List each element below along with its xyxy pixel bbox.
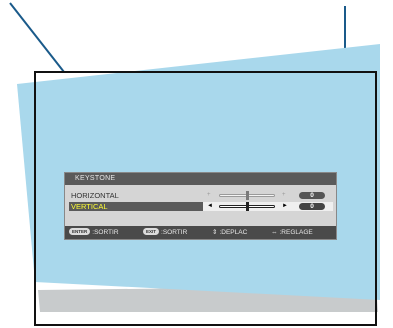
exit-key-icon: EXIT <box>143 228 160 235</box>
hint-text: :SORTIR <box>92 229 119 236</box>
menu-title: KEYSTONE <box>65 173 336 185</box>
left-arrow-icon: ◄ <box>207 203 213 209</box>
keystone-illustration <box>9 2 380 326</box>
right-arrow-icon: ► <box>282 203 288 209</box>
horizontal-value: 0 <box>299 192 325 199</box>
hint-move: ⇕:DEPLAC <box>212 226 247 239</box>
vertical-slider[interactable]: ◄ ► 0 <box>203 202 333 211</box>
menu-row-horizontal[interactable]: HORIZONTAL + + 0 <box>69 191 332 200</box>
hint-enter: ENTER:SORTIR <box>69 226 119 239</box>
decrease-arrow-icon: + <box>207 192 211 198</box>
hint-adjust: ⇔:REGLAGE <box>271 226 313 239</box>
hint-text: :DEPLAC <box>219 229 248 236</box>
row-label-horizontal: HORIZONTAL <box>71 191 119 200</box>
vertical-value: 0 <box>299 203 325 210</box>
slider-knob[interactable] <box>245 191 249 200</box>
keystone-menu: KEYSTONE HORIZONTAL + + 0 VERTICAL ◄ ► 0 <box>64 172 337 240</box>
hint-text: :SORTIR <box>161 229 188 236</box>
row-label-vertical: VERTICAL <box>71 202 108 211</box>
enter-key-icon: ENTER <box>69 228 91 235</box>
up-down-arrow-icon: ⇕ <box>212 229 218 236</box>
increase-arrow-icon: + <box>282 192 286 198</box>
left-leader-line <box>9 2 65 73</box>
menu-body: HORIZONTAL + + 0 VERTICAL ◄ ► 0 <box>69 187 333 225</box>
left-right-arrow-icon: ⇔ <box>271 229 278 236</box>
hint-text: :REGLAGE <box>279 229 313 236</box>
horizontal-slider[interactable]: + + 0 <box>203 191 333 200</box>
menu-footer: ENTER:SORTIR EXIT:SORTIR ⇕:DEPLAC ⇔:REGL… <box>65 226 336 239</box>
hint-exit: EXIT:SORTIR <box>143 226 187 239</box>
slider-knob[interactable] <box>245 202 249 211</box>
menu-row-vertical[interactable]: VERTICAL ◄ ► 0 <box>69 202 333 211</box>
